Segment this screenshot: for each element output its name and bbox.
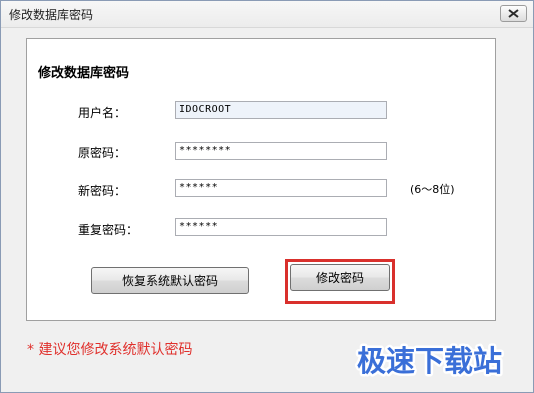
repeat-password-field[interactable]: ****** — [175, 218, 387, 236]
new-password-label: 新密码： — [78, 184, 127, 198]
title-bar[interactable]: 修改数据库密码 — [1, 1, 533, 28]
password-length-hint: (6～8位) — [410, 183, 455, 196]
close-icon — [508, 9, 519, 18]
watermark-text: 极速下载站 — [357, 344, 502, 378]
old-password-label: 原密码： — [78, 146, 127, 160]
old-password-field[interactable]: ******** — [175, 142, 387, 160]
close-button[interactable] — [500, 5, 527, 22]
watermark-logo: 极速下载站 极速下载站 — [355, 342, 505, 381]
warning-text: * 建议您修改系统默认密码 — [27, 342, 193, 358]
username-label: 用户名： — [78, 106, 127, 120]
panel-title: 修改数据库密码 — [38, 66, 130, 81]
new-password-field[interactable]: ****** — [175, 179, 387, 197]
restore-default-password-button[interactable]: 恢复系统默认密码 — [91, 267, 249, 294]
highlight-box — [285, 259, 395, 304]
repeat-password-label: 重复密码： — [78, 223, 139, 237]
restore-default-password-label: 恢复系统默认密码 — [121, 274, 218, 288]
username-field[interactable]: IDOCROOT — [175, 101, 387, 119]
window-title: 修改数据库密码 — [9, 8, 94, 22]
